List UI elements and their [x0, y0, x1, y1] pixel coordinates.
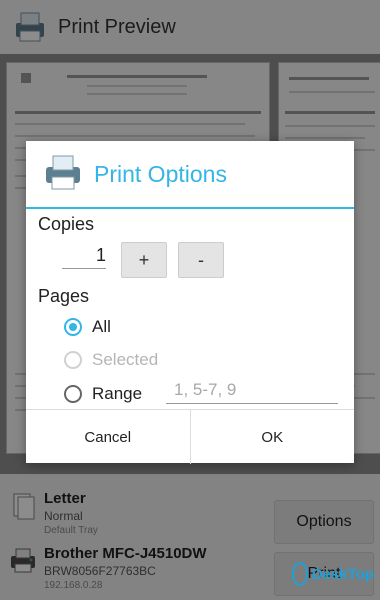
copies-label: Copies — [38, 214, 95, 234]
radio-selected-button — [64, 351, 82, 369]
radio-range-button[interactable] — [64, 385, 82, 403]
radio-selected: Selected — [64, 345, 158, 375]
radio-range-label: Range — [92, 384, 143, 403]
dialog-header: Print Options — [26, 141, 354, 209]
watermark-text: DeskTop — [311, 565, 374, 583]
cancel-button[interactable]: Cancel — [26, 410, 191, 464]
decrement-copies-button[interactable]: - — [178, 242, 224, 278]
print-options-dialog: Print Options Copies 1 + - Pages All Sel… — [26, 141, 354, 464]
watermark-logo-icon — [292, 562, 308, 586]
dialog-title: Print Options — [94, 160, 227, 187]
range-input[interactable]: 1, 5-7, 9 — [166, 376, 338, 404]
radio-all-button[interactable] — [64, 318, 82, 336]
copies-input[interactable]: 1 — [62, 242, 106, 269]
radio-all-label: All — [92, 317, 111, 336]
increment-copies-button[interactable]: + — [121, 242, 167, 278]
radio-range[interactable]: Range — [64, 379, 142, 409]
printer-icon — [42, 153, 84, 195]
watermark: DeskTop — [292, 560, 374, 588]
ok-button[interactable]: OK — [191, 410, 355, 464]
dialog-button-bar: Cancel OK — [26, 409, 354, 464]
radio-all[interactable]: All — [64, 312, 111, 342]
pages-label: Pages — [38, 286, 90, 306]
radio-selected-label: Selected — [92, 350, 159, 369]
